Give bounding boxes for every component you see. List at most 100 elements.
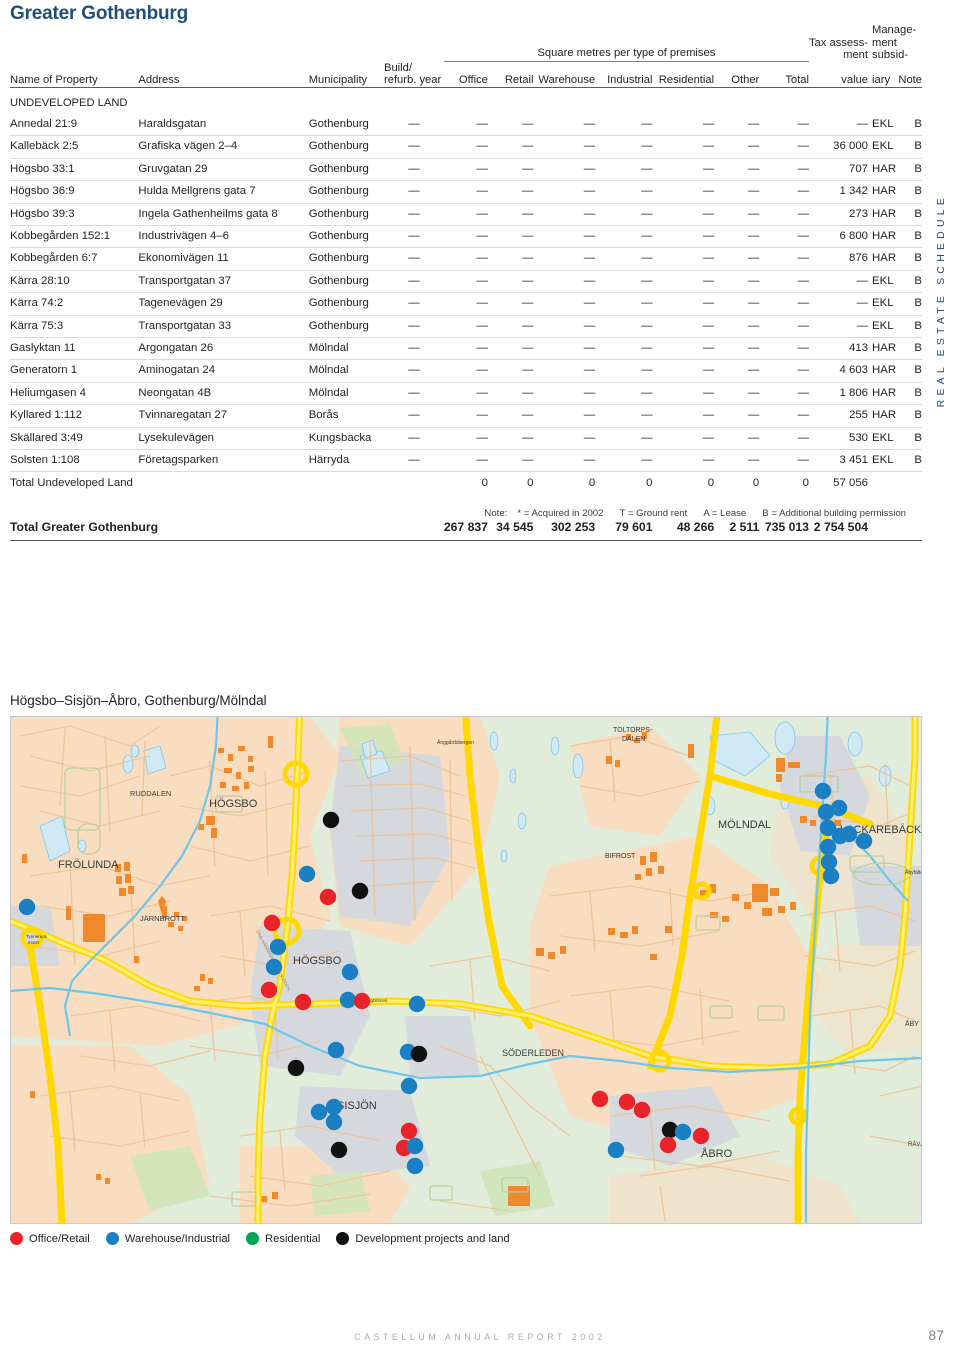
cell-residential: — xyxy=(652,135,715,159)
table-row: Skällared 3:49 Lysekulevägen Kungsbacka — — —… xyxy=(10,427,922,451)
map-marker-warehouse[interactable] xyxy=(325,1113,343,1131)
map-label: FRÖLUNDA xyxy=(58,859,119,871)
cell-address: Industrivägen 4–6 xyxy=(138,225,309,249)
cell-subsidiary: EKL xyxy=(868,292,898,316)
page-title: Greater Gothenburg xyxy=(10,3,188,24)
cell-retail: — xyxy=(487,359,534,383)
map-marker-development[interactable] xyxy=(351,882,369,900)
cell-other: — xyxy=(714,337,760,361)
legend-label: Office/Retail xyxy=(29,1232,90,1245)
table-row: Heliumgasen 4 Neongatan 4B Mölndal — — — — — — — —… xyxy=(10,382,922,406)
map-marker-warehouse[interactable] xyxy=(325,1098,343,1116)
spacer-cell xyxy=(384,24,444,62)
header-note: Note xyxy=(897,61,922,88)
cell-office: — xyxy=(443,180,488,204)
cell-office: — xyxy=(443,113,488,137)
map-marker-office[interactable] xyxy=(618,1093,636,1111)
map-label: BIFROST xyxy=(605,853,636,860)
map-marker-warehouse[interactable] xyxy=(269,938,287,956)
map-marker-office[interactable] xyxy=(591,1090,609,1108)
cell-residential: — xyxy=(652,270,715,294)
map-marker-warehouse[interactable] xyxy=(819,838,837,856)
legend-item-warehouse: Warehouse/Industrial xyxy=(105,1232,230,1245)
cell-warehouse: — xyxy=(533,247,596,271)
map-marker-warehouse[interactable] xyxy=(406,1137,424,1155)
map-marker-development[interactable] xyxy=(410,1045,428,1063)
map-marker-office[interactable] xyxy=(260,981,278,999)
map-marker-office[interactable] xyxy=(400,1122,418,1140)
cell-address: Argongatan 26 xyxy=(138,337,309,361)
map-marker-office[interactable] xyxy=(633,1101,651,1119)
map-marker-development[interactable] xyxy=(330,1141,348,1159)
cell-subsidiary: HAR xyxy=(868,180,898,204)
map-marker-warehouse[interactable] xyxy=(830,799,848,817)
cell-note: B xyxy=(897,449,922,473)
header-industrial: Industrial xyxy=(595,61,653,88)
cell-office: — xyxy=(443,382,488,406)
map-marker-warehouse[interactable] xyxy=(822,867,840,885)
cell-note: B xyxy=(897,427,922,451)
map-marker-warehouse[interactable] xyxy=(820,853,838,871)
map-marker-warehouse[interactable] xyxy=(265,958,283,976)
map-marker-warehouse[interactable] xyxy=(406,1157,424,1175)
cell-industrial: — xyxy=(595,359,653,383)
map-marker-warehouse[interactable] xyxy=(341,963,359,981)
cell-build: — xyxy=(384,180,444,204)
cell-office: — xyxy=(443,270,488,294)
cell-warehouse: — xyxy=(533,180,596,204)
map-marker-warehouse[interactable] xyxy=(310,1103,328,1121)
cell-retail: — xyxy=(487,158,534,182)
map-marker-warehouse[interactable] xyxy=(327,1041,345,1059)
cell-residential: — xyxy=(652,359,715,383)
map-marker-office[interactable] xyxy=(319,888,337,906)
cell-build: — xyxy=(384,247,444,271)
grand-total-office: 267 837 xyxy=(443,514,488,542)
map-marker-warehouse[interactable] xyxy=(840,825,858,843)
cell-note: B xyxy=(897,225,922,249)
map-marker-warehouse[interactable] xyxy=(339,991,357,1009)
cell-subsidiary: HAR xyxy=(868,158,898,182)
map-marker-development[interactable] xyxy=(287,1059,305,1077)
map-marker-warehouse[interactable] xyxy=(814,782,832,800)
map-marker-warehouse[interactable] xyxy=(607,1141,625,1159)
table-header-group-row: Square metres per type of premises Tax a… xyxy=(10,24,922,63)
cell-industrial: — xyxy=(595,180,653,204)
cell-warehouse: — xyxy=(533,315,596,339)
map-marker-warehouse[interactable] xyxy=(855,832,873,850)
cell-other: — xyxy=(714,113,760,137)
note-item: T = Ground rent xyxy=(619,508,688,519)
cell-build: — xyxy=(384,292,444,316)
map-marker-office[interactable] xyxy=(263,914,281,932)
property-location-map[interactable]: DAG HAMMARSKJÖLDSLEDEN RUDDALENHÖGSBOFRÖ… xyxy=(10,716,922,1224)
map-marker-office[interactable] xyxy=(353,992,371,1010)
cell-tax-value: 530 xyxy=(808,427,869,451)
cell-build: — xyxy=(384,315,444,339)
cell-note: B xyxy=(897,404,922,428)
spacer-cell xyxy=(309,24,384,62)
map-marker-office[interactable] xyxy=(692,1127,710,1145)
cell-subsidiary: EKL xyxy=(868,449,898,473)
cell-residential: — xyxy=(652,449,715,473)
cell-address: Haraldsgatan xyxy=(138,113,309,137)
cell-total: — xyxy=(759,359,809,383)
cell-subsidiary: HAR xyxy=(868,247,898,271)
map-marker-development[interactable] xyxy=(322,811,340,829)
cell-subsidiary: EKL xyxy=(868,113,898,137)
cell-retail: — xyxy=(487,315,534,339)
subtotal-row-undeveloped-land: Total Undeveloped Land 0 0 0 0 0 0 0 57 … xyxy=(10,471,922,495)
map-marker-warehouse[interactable] xyxy=(400,1077,418,1095)
cell-retail: — xyxy=(487,270,534,294)
cell-other: — xyxy=(714,292,760,316)
cell-address: Ingela Gathenheilms gata 8 xyxy=(138,203,309,227)
map-marker-warehouse[interactable] xyxy=(674,1123,692,1141)
cell-residential: — xyxy=(652,225,715,249)
map-marker-warehouse[interactable] xyxy=(408,995,426,1013)
map-marker-warehouse[interactable] xyxy=(298,865,316,883)
map-marker-office[interactable] xyxy=(659,1136,677,1154)
map-marker-warehouse[interactable] xyxy=(18,898,36,916)
cell-note: B xyxy=(897,180,922,204)
note-item: B = Additional building permission xyxy=(762,508,906,519)
cell-note: B xyxy=(897,203,922,227)
map-marker-office[interactable] xyxy=(294,993,312,1011)
header-warehouse: Warehouse xyxy=(533,61,596,88)
